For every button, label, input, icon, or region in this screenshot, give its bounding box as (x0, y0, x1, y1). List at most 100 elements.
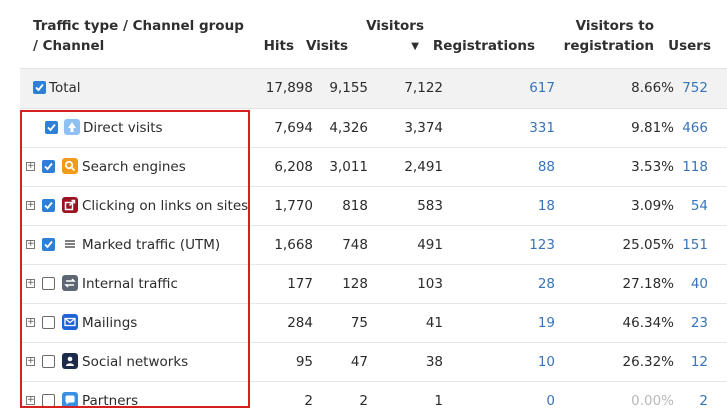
search-icon (62, 158, 78, 174)
row-hits: 7,694 (274, 120, 313, 136)
row-registrations[interactable]: 18 (538, 187, 555, 225)
total-checkbox[interactable] (33, 81, 46, 94)
column-header-visits[interactable]: Visits (306, 36, 348, 56)
row-vtr: 25.05% (622, 237, 674, 253)
row-visits: 818 (342, 198, 368, 214)
row-label[interactable]: Mailings (82, 304, 137, 342)
chat-icon (62, 392, 78, 408)
column-header-hits[interactable]: Hits (264, 36, 294, 56)
total-vtr: 8.66% (631, 80, 674, 96)
arrow-up-icon (64, 119, 80, 135)
row-users[interactable]: 151 (682, 226, 708, 264)
total-visitors: 7,122 (404, 80, 443, 96)
expand-icon[interactable]: + (26, 279, 35, 288)
row-hits: 6,208 (274, 159, 313, 175)
total-label: Total (49, 80, 81, 96)
row-visits: 75 (350, 315, 368, 331)
total-visits: 9,155 (329, 80, 368, 96)
row-visitors: 3,374 (404, 120, 443, 136)
row-label[interactable]: Direct visits (83, 109, 163, 147)
table-row: + Social networks 95 47 38 10 26.32% 12 (20, 343, 727, 382)
row-label[interactable]: Marked traffic (UTM) (82, 226, 220, 264)
row-visits: 2 (359, 393, 368, 409)
row-checkbox[interactable] (42, 316, 55, 329)
row-label[interactable]: Search engines (82, 148, 186, 186)
person-icon (62, 353, 78, 369)
column-header-registrations[interactable]: Registrations (433, 36, 535, 56)
expand-icon[interactable]: + (26, 396, 35, 405)
sort-desc-icon: ▼ (411, 41, 419, 52)
expand-icon[interactable]: + (26, 318, 35, 327)
external-link-icon (62, 197, 78, 213)
column-header-visitors[interactable]: Visitors ▼ (354, 16, 424, 58)
row-registrations[interactable]: 123 (529, 226, 555, 264)
row-label[interactable]: Social networks (82, 343, 188, 381)
row-registrations[interactable]: 19 (538, 304, 555, 342)
row-registrations[interactable]: 28 (538, 265, 555, 303)
total-hits: 17,898 (265, 80, 313, 96)
column-header-visitors-to-registration[interactable]: Visitors to registration (534, 16, 654, 56)
row-checkbox[interactable] (42, 160, 55, 173)
row-label[interactable]: Internal traffic (82, 265, 178, 303)
table-row: Direct visits 7,694 4,326 3,374 331 9.81… (20, 109, 727, 148)
row-visitors: 2,491 (404, 159, 443, 175)
expand-icon[interactable]: + (26, 201, 35, 210)
table-row: + Search engines 6,208 3,011 2,491 88 3.… (20, 148, 727, 187)
row-visitors: 583 (417, 198, 443, 214)
row-vtr: 27.18% (622, 276, 674, 292)
row-label[interactable]: Clicking on links on sites (82, 187, 248, 225)
row-users[interactable]: 2 (699, 382, 708, 415)
table-header: Traffic type / Channel group / Channel H… (0, 0, 727, 68)
column-header-channel[interactable]: Traffic type / Channel group / Channel (33, 16, 253, 56)
row-vtr: 9.81% (631, 120, 674, 136)
column-header-vtr-line2: registration (563, 38, 654, 54)
row-registrations[interactable]: 331 (529, 109, 555, 147)
row-registrations[interactable]: 88 (538, 148, 555, 186)
table-row: + Clicking on links on sites 1,770 818 5… (20, 187, 727, 226)
row-users[interactable]: 40 (691, 265, 708, 303)
column-header-visitors-label: Visitors (366, 18, 424, 34)
row-visitors: 38 (425, 354, 443, 370)
column-header-vtr-line1: Visitors to (575, 18, 654, 34)
list-icon (62, 236, 78, 252)
row-vtr: 0.00% (631, 393, 674, 409)
row-registrations[interactable]: 10 (538, 343, 555, 381)
row-checkbox[interactable] (42, 394, 55, 407)
table-row: + Marked traffic (UTM) 1,668 748 491 123… (20, 226, 727, 265)
table-row: + Internal traffic 177 128 103 28 27.18%… (20, 265, 727, 304)
row-visits: 748 (342, 237, 368, 253)
row-checkbox[interactable] (42, 238, 55, 251)
row-hits: 1,668 (274, 237, 313, 253)
row-checkbox[interactable] (42, 199, 55, 212)
swap-icon (62, 275, 78, 291)
row-visits: 3,011 (329, 159, 368, 175)
row-users[interactable]: 12 (691, 343, 708, 381)
expand-icon[interactable]: + (26, 162, 35, 171)
row-checkbox[interactable] (45, 121, 58, 134)
row-users[interactable]: 54 (691, 187, 708, 225)
mail-icon (62, 314, 78, 330)
row-users[interactable]: 118 (682, 148, 708, 186)
row-checkbox[interactable] (42, 355, 55, 368)
row-vtr: 3.53% (631, 159, 674, 175)
expand-icon[interactable]: + (26, 357, 35, 366)
report-table: Traffic type / Channel group / Channel H… (0, 0, 727, 415)
row-visitors: 41 (425, 315, 443, 331)
row-visits: 128 (342, 276, 368, 292)
row-visitors: 103 (417, 276, 443, 292)
column-header-users[interactable]: Users (668, 36, 711, 56)
total-users[interactable]: 752 (682, 69, 708, 108)
row-label[interactable]: Partners (82, 382, 138, 415)
total-registrations[interactable]: 617 (529, 69, 555, 108)
row-checkbox[interactable] (42, 277, 55, 290)
row-visitors: 491 (417, 237, 443, 253)
row-users[interactable]: 466 (682, 109, 708, 147)
row-users[interactable]: 23 (691, 304, 708, 342)
row-hits: 95 (295, 354, 313, 370)
table-row: + Partners 2 2 1 0 0.00% 2 (20, 382, 727, 415)
row-vtr: 3.09% (631, 198, 674, 214)
row-vtr: 46.34% (622, 315, 674, 331)
row-registrations[interactable]: 0 (546, 382, 555, 415)
expand-icon[interactable]: + (26, 240, 35, 249)
row-hits: 177 (287, 276, 313, 292)
